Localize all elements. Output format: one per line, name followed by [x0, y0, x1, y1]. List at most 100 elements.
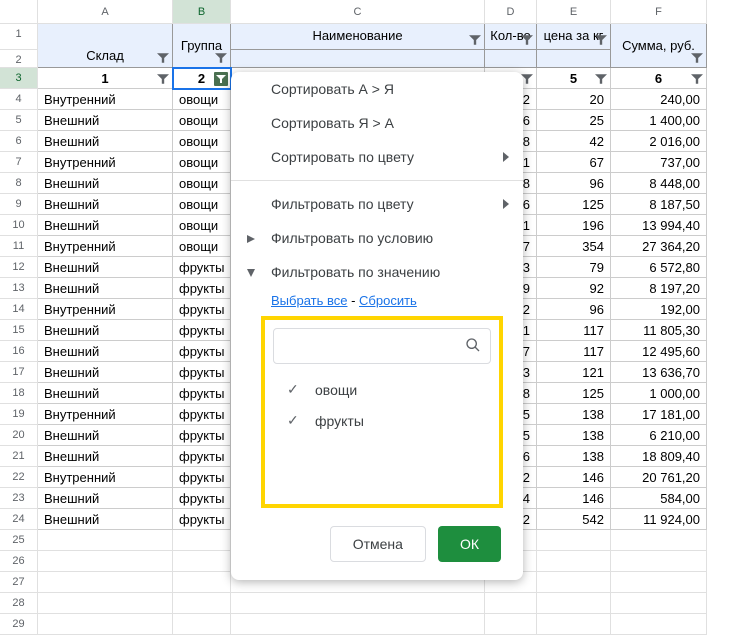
cell-e8[interactable]: 96: [537, 173, 611, 194]
cell-b14[interactable]: фрукты: [173, 299, 231, 320]
col-header-E[interactable]: E: [537, 0, 611, 24]
row-header-7[interactable]: 7: [0, 152, 38, 173]
filter-icon[interactable]: [156, 72, 170, 86]
cell-a10[interactable]: Внешний: [38, 215, 173, 236]
filter-by-value[interactable]: Фильтровать по значению: [231, 255, 523, 289]
empty-cell[interactable]: [173, 572, 231, 593]
row-header-15[interactable]: 15: [0, 320, 38, 341]
cell-f14[interactable]: 192,00: [611, 299, 707, 320]
cell-b17[interactable]: фрукты: [173, 362, 231, 383]
cell-a24[interactable]: Внешний: [38, 509, 173, 530]
cell-e22[interactable]: 146: [537, 467, 611, 488]
cell-e14[interactable]: 96: [537, 299, 611, 320]
cell-b7[interactable]: овощи: [173, 152, 231, 173]
cell-a23[interactable]: Внешний: [38, 488, 173, 509]
empty-cell[interactable]: [485, 593, 537, 614]
filter-value-item[interactable]: ✓овощи: [273, 374, 491, 405]
row-header-21[interactable]: 21: [0, 446, 38, 467]
reset-link[interactable]: Сбросить: [359, 293, 417, 308]
row-header-22[interactable]: 22: [0, 467, 38, 488]
cell-f8[interactable]: 8 448,00: [611, 173, 707, 194]
cell-f11[interactable]: 27 364,20: [611, 236, 707, 257]
cell-a4[interactable]: Внутренний: [38, 89, 173, 110]
cell-e19[interactable]: 138: [537, 404, 611, 425]
cell-a5[interactable]: Внешний: [38, 110, 173, 131]
cell-a11[interactable]: Внутренний: [38, 236, 173, 257]
empty-cell[interactable]: [38, 614, 173, 635]
empty-cell[interactable]: [485, 614, 537, 635]
cell-f12[interactable]: 6 572,80: [611, 257, 707, 278]
empty-cell[interactable]: [38, 551, 173, 572]
cell-f20[interactable]: 6 210,00: [611, 425, 707, 446]
cell-e4[interactable]: 20: [537, 89, 611, 110]
col-header-A[interactable]: A: [38, 0, 173, 24]
row-header-24[interactable]: 24: [0, 509, 38, 530]
filter-icon[interactable]: [520, 33, 534, 47]
empty-cell[interactable]: [537, 551, 611, 572]
cell-f10[interactable]: 13 994,40: [611, 215, 707, 236]
filter-value-item[interactable]: ✓фрукты: [273, 405, 491, 436]
cell-a16[interactable]: Внешний: [38, 341, 173, 362]
cell-e24[interactable]: 542: [537, 509, 611, 530]
filter-icon[interactable]: [594, 33, 608, 47]
filter-icon[interactable]: [214, 51, 228, 65]
row-header-14[interactable]: 14: [0, 299, 38, 320]
cell-f15[interactable]: 11 805,30: [611, 320, 707, 341]
empty-cell[interactable]: [38, 593, 173, 614]
filter-icon[interactable]: [690, 72, 704, 86]
empty-cell[interactable]: [537, 572, 611, 593]
cell-a20[interactable]: Внешний: [38, 425, 173, 446]
row-header-12[interactable]: 12: [0, 257, 38, 278]
search-input[interactable]: [284, 338, 465, 354]
filter-icon[interactable]: [214, 72, 228, 86]
cell-e10[interactable]: 196: [537, 215, 611, 236]
row-header-27[interactable]: 27: [0, 572, 38, 593]
cell-e11[interactable]: 354: [537, 236, 611, 257]
cell-a17[interactable]: Внешний: [38, 362, 173, 383]
cell-b19[interactable]: фрукты: [173, 404, 231, 425]
filter-icon[interactable]: [690, 51, 704, 65]
cell-a15[interactable]: Внешний: [38, 320, 173, 341]
select-all-link[interactable]: Выбрать все: [271, 293, 347, 308]
cell-a19[interactable]: Внутренний: [38, 404, 173, 425]
cell-e9[interactable]: 125: [537, 194, 611, 215]
cell-e6[interactable]: 42: [537, 131, 611, 152]
cell-e18[interactable]: 125: [537, 383, 611, 404]
sort-za[interactable]: Сортировать Я > А: [231, 106, 523, 140]
cell-f16[interactable]: 12 495,60: [611, 341, 707, 362]
cell-a13[interactable]: Внешний: [38, 278, 173, 299]
row-header-1[interactable]: 1: [0, 24, 38, 50]
sort-by-color[interactable]: Сортировать по цвету: [231, 140, 523, 174]
empty-cell[interactable]: [173, 551, 231, 572]
cell-b13[interactable]: фрукты: [173, 278, 231, 299]
cell-a9[interactable]: Внешний: [38, 194, 173, 215]
row-header-18[interactable]: 18: [0, 383, 38, 404]
row-header-25[interactable]: 25: [0, 530, 38, 551]
row-header-29[interactable]: 29: [0, 614, 38, 635]
cell-f5[interactable]: 1 400,00: [611, 110, 707, 131]
cell-f23[interactable]: 584,00: [611, 488, 707, 509]
cell-a6[interactable]: Внешний: [38, 131, 173, 152]
cell-b12[interactable]: фрукты: [173, 257, 231, 278]
row-header-10[interactable]: 10: [0, 215, 38, 236]
cell-a14[interactable]: Внутренний: [38, 299, 173, 320]
empty-cell[interactable]: [537, 530, 611, 551]
num-cell-6[interactable]: 6: [611, 68, 707, 89]
num-cell-5[interactable]: 5: [537, 68, 611, 89]
empty-cell[interactable]: [38, 572, 173, 593]
row-header-13[interactable]: 13: [0, 278, 38, 299]
cell-e7[interactable]: 67: [537, 152, 611, 173]
cell-b24[interactable]: фрукты: [173, 509, 231, 530]
cell-e12[interactable]: 79: [537, 257, 611, 278]
cell-e21[interactable]: 138: [537, 446, 611, 467]
cell-b9[interactable]: овощи: [173, 194, 231, 215]
empty-cell[interactable]: [38, 530, 173, 551]
filter-icon[interactable]: [468, 33, 482, 47]
cell-e13[interactable]: 92: [537, 278, 611, 299]
row-header-2[interactable]: 2: [0, 50, 38, 68]
cell-e5[interactable]: 25: [537, 110, 611, 131]
cell-b11[interactable]: овощи: [173, 236, 231, 257]
cell-b8[interactable]: овощи: [173, 173, 231, 194]
col-header-B[interactable]: B: [173, 0, 231, 24]
cell-b20[interactable]: фрукты: [173, 425, 231, 446]
